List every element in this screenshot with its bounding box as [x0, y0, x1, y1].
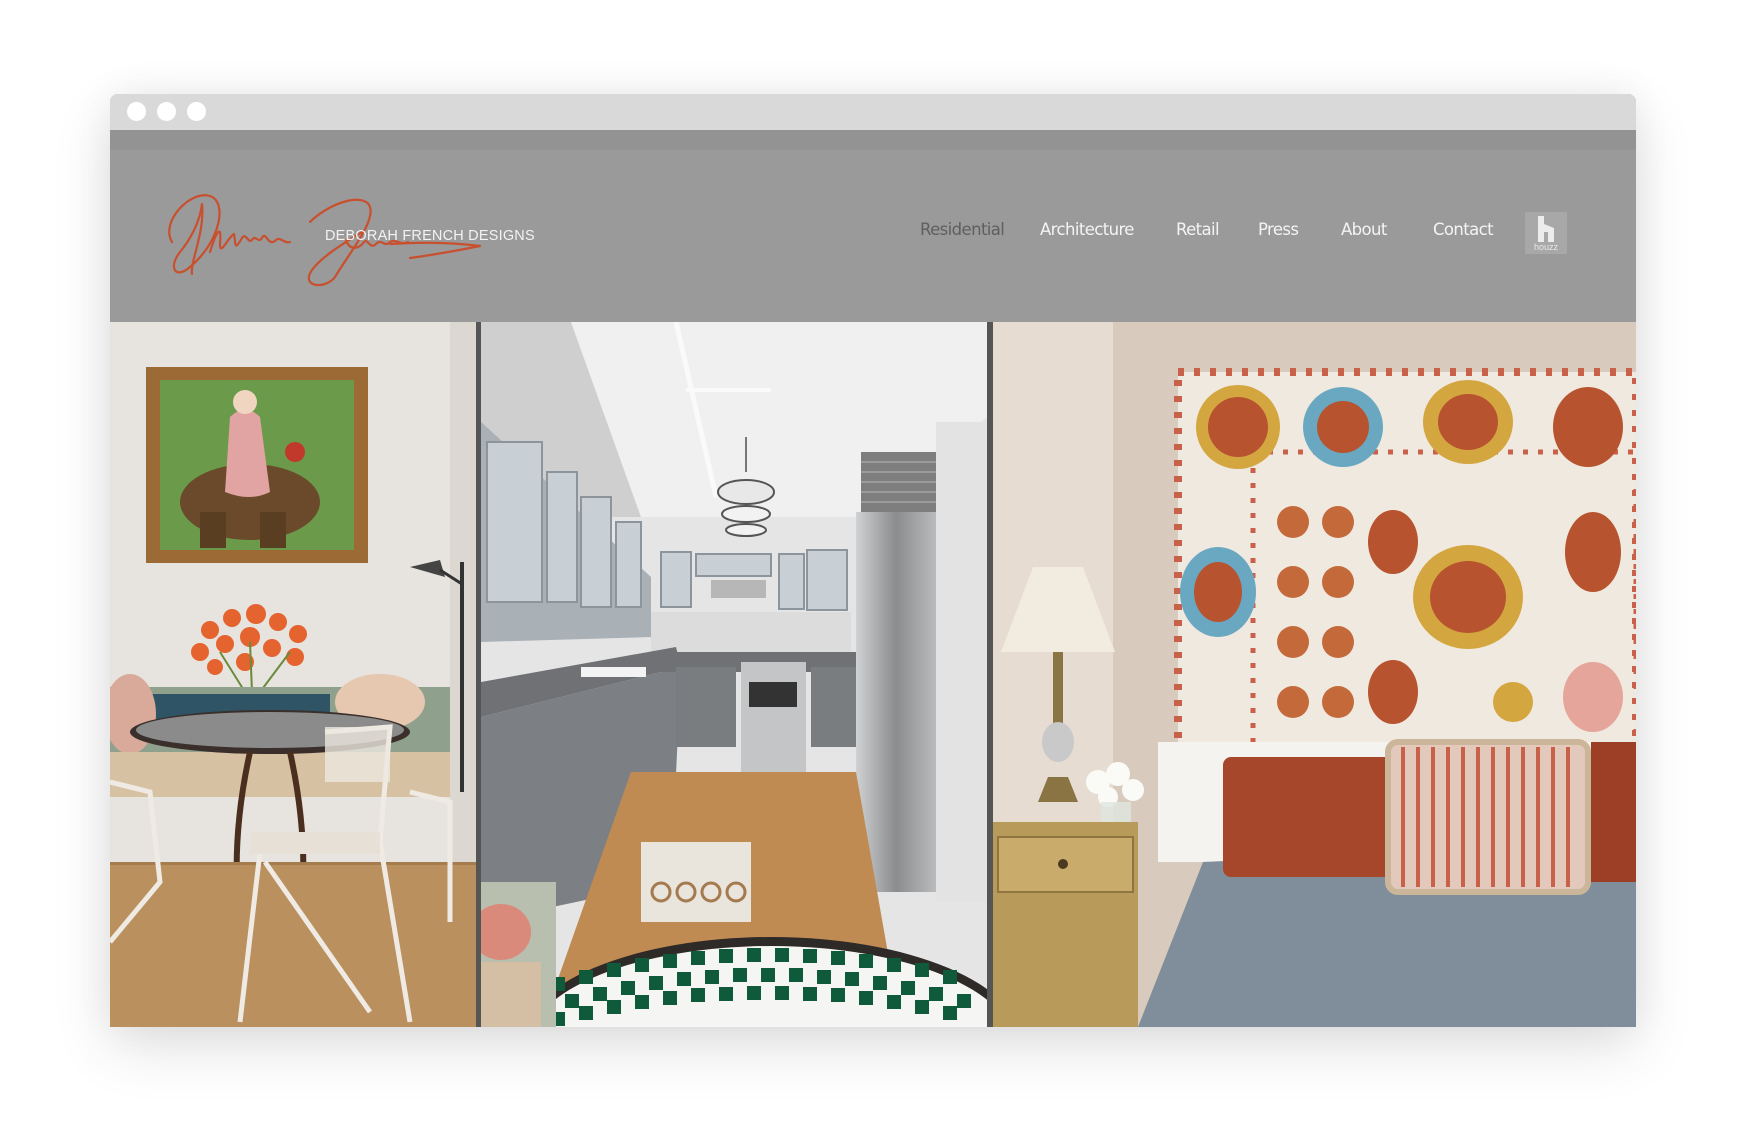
dining-nook-photo[interactable] — [110, 322, 476, 1027]
houzz-icon — [1538, 216, 1554, 242]
site-header: DEBORAH FRENCH DESIGNS Residential Archi… — [110, 130, 1636, 322]
window-maximize-button[interactable] — [187, 102, 206, 121]
window-titlebar — [110, 94, 1636, 130]
kitchen-image — [481, 322, 987, 1027]
nav-item-press[interactable]: Press — [1258, 220, 1299, 239]
bedroom-photo[interactable] — [993, 322, 1636, 1027]
nav-item-about[interactable]: About — [1341, 220, 1387, 239]
browser-window: DEBORAH FRENCH DESIGNS Residential Archi… — [110, 94, 1636, 1027]
houzz-label: houzz — [1533, 242, 1559, 252]
logo-wordmark: DEBORAH FRENCH DESIGNS — [325, 228, 535, 244]
window-minimize-button[interactable] — [157, 102, 176, 121]
dining-nook-image — [110, 322, 476, 1027]
site-logo[interactable]: DEBORAH FRENCH DESIGNS — [150, 182, 540, 292]
photo-gallery — [110, 322, 1636, 1027]
nav-item-residential[interactable]: Residential — [920, 220, 1005, 239]
houzz-link[interactable]: houzz — [1525, 212, 1567, 254]
nav-item-retail[interactable]: Retail — [1176, 220, 1220, 239]
bedroom-image — [993, 322, 1636, 1027]
header-band — [110, 130, 1636, 150]
window-close-button[interactable] — [127, 102, 146, 121]
nav-item-contact[interactable]: Contact — [1433, 220, 1494, 239]
kitchen-photo[interactable] — [481, 322, 987, 1027]
nav-item-architecture[interactable]: Architecture — [1040, 220, 1134, 239]
